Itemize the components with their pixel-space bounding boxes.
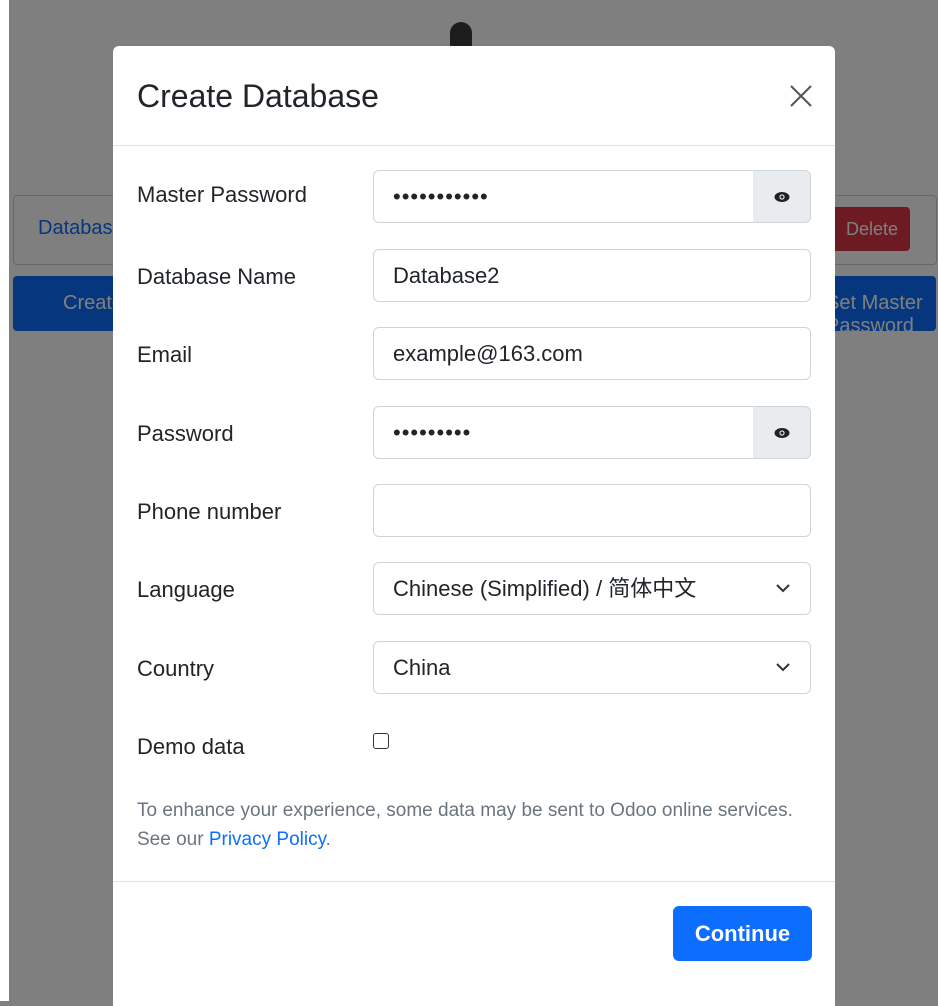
demo-data-checkbox[interactable] bbox=[373, 733, 389, 749]
privacy-policy-link[interactable]: Privacy Policy bbox=[209, 829, 326, 850]
demo-data-label: Demo data bbox=[137, 734, 245, 759]
password-eye-button[interactable] bbox=[753, 406, 811, 459]
master-password-eye-button[interactable] bbox=[753, 170, 811, 223]
master-password-input[interactable]: ••••••••••• bbox=[373, 170, 754, 223]
modal-header: Create Database bbox=[113, 46, 835, 146]
modal-title: Create Database bbox=[137, 78, 379, 114]
country-select[interactable]: China bbox=[373, 641, 811, 694]
chevron-down-icon bbox=[776, 663, 790, 672]
email-label: Email bbox=[137, 342, 193, 367]
country-select-value: China bbox=[393, 655, 451, 680]
password-input[interactable]: ••••••••• bbox=[373, 406, 754, 459]
privacy-notice: To enhance your experience, some data ma… bbox=[137, 796, 817, 854]
close-icon[interactable] bbox=[787, 82, 815, 110]
language-select[interactable]: Chinese (Simplified) / 简体中文 bbox=[373, 562, 811, 615]
phone-number-input[interactable] bbox=[373, 484, 811, 537]
database-name-input[interactable]: Database2 bbox=[373, 249, 811, 302]
create-database-modal: Create Database Master Password ••••••••… bbox=[113, 46, 835, 1006]
continue-button[interactable]: Continue bbox=[673, 906, 812, 961]
privacy-notice-end: . bbox=[325, 829, 331, 850]
database-name-label: Database Name bbox=[137, 264, 296, 289]
page-edge bbox=[0, 0, 9, 1001]
password-label: Password bbox=[137, 421, 234, 446]
country-label: Country bbox=[137, 656, 215, 681]
phone-number-label: Phone number bbox=[137, 499, 282, 524]
language-label: Language bbox=[137, 577, 235, 602]
eye-icon bbox=[774, 191, 789, 202]
eye-icon bbox=[774, 427, 789, 438]
master-password-label: Master Password bbox=[137, 182, 307, 207]
language-select-value: Chinese (Simplified) / 简体中文 bbox=[393, 576, 697, 601]
chevron-down-icon bbox=[776, 584, 790, 593]
email-input[interactable]: example@163.com bbox=[373, 327, 811, 380]
